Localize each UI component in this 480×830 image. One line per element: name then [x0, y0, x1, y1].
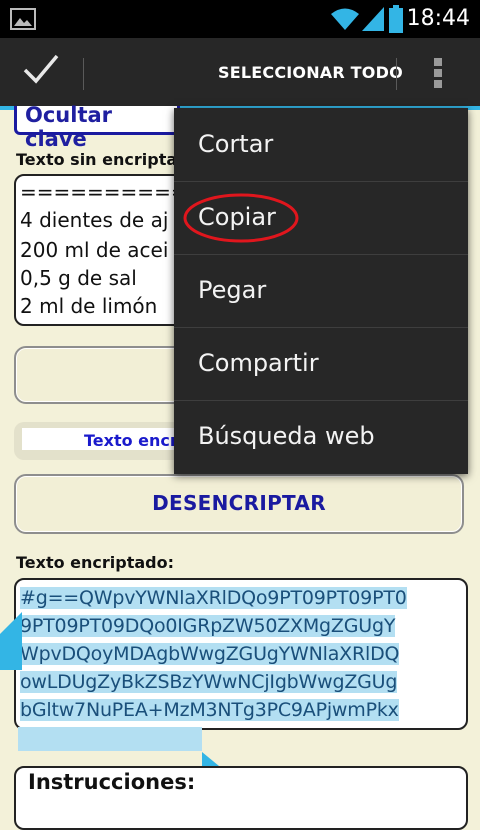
- menu-item-web-search[interactable]: Búsqueda web: [174, 400, 468, 473]
- overflow-menu-icon[interactable]: [431, 56, 445, 90]
- wifi-icon: [331, 8, 359, 30]
- encrypted-text-label: Texto encriptado:: [16, 553, 175, 572]
- hide-key-label: Ocultar clave: [25, 103, 113, 151]
- signal-icon: [362, 7, 384, 31]
- menu-item-label: Pegar: [198, 276, 267, 304]
- decrypt-label: DESENCRIPTAR: [152, 491, 326, 515]
- status-bar: 18:44: [0, 0, 480, 38]
- contextual-action-bar: SELECCIONAR TODO: [0, 38, 480, 110]
- menu-item-paste[interactable]: Pegar: [174, 254, 468, 328]
- plain-line: 2 ml de limón: [20, 294, 158, 318]
- overflow-menu: Cortar Copiar Pegar Compartir Búsqueda w…: [174, 108, 468, 474]
- select-all-button[interactable]: SELECCIONAR TODO: [218, 63, 403, 82]
- encrypted-text-area[interactable]: #g==QWpvYWNlaXRlDQo9PT09PT09PT0 9PT09PT0…: [14, 578, 468, 730]
- encrypted-line: 9PT09PT09DQo0IGRpZW50ZXMgZGUgY: [20, 615, 396, 637]
- plain-line: ==============: [20, 180, 196, 204]
- encrypted-line: bGltw7NuPEA+MzM3NTg3PC9APjwmPkx: [20, 699, 399, 721]
- done-check-icon[interactable]: [22, 52, 60, 86]
- menu-item-copy[interactable]: Copiar: [174, 181, 468, 255]
- encrypted-line: WpvDQoyMDAgbWwgZGUgYWNlaXRlDQ: [20, 643, 400, 665]
- menu-item-label: Compartir: [198, 349, 319, 377]
- menu-item-share[interactable]: Compartir: [174, 327, 468, 401]
- separator: [396, 58, 397, 90]
- plain-line: 0,5 g de sal: [20, 266, 137, 290]
- menu-item-cut[interactable]: Cortar: [174, 108, 468, 182]
- instructions-box: Instrucciones:: [14, 766, 468, 830]
- decrypt-button[interactable]: DESENCRIPTAR: [14, 474, 464, 534]
- encrypted-line: owLDUgZyBkZSBzYWwNCjIgbWwgZGUg: [20, 671, 398, 693]
- plain-text-area[interactable]: ============== 4 dientes de aj 200 ml de…: [14, 174, 198, 326]
- encrypted-line: #g==QWpvYWNlaXRlDQo9PT09PT09PT0: [20, 587, 407, 609]
- highlight-circle-icon: [183, 193, 299, 243]
- separator: [83, 58, 84, 90]
- hide-key-button[interactable]: Ocultar clave: [14, 103, 180, 151]
- menu-item-label: Cortar: [198, 130, 274, 158]
- image-notification-icon: [10, 8, 36, 30]
- selection-start-handle-icon[interactable]: [0, 612, 22, 670]
- plain-line: 4 dientes de aj: [20, 208, 169, 232]
- menu-item-label: Búsqueda web: [198, 422, 375, 450]
- plain-line: 200 ml de acei: [20, 238, 169, 262]
- clock-time: 18:44: [406, 6, 470, 31]
- selection-highlight: [18, 727, 202, 751]
- plain-text-label: Texto sin encriptar: [16, 150, 186, 169]
- toggle-text-label: Texto encr: [84, 431, 178, 450]
- battery-icon: [389, 5, 403, 33]
- instructions-label: Instrucciones:: [28, 770, 196, 794]
